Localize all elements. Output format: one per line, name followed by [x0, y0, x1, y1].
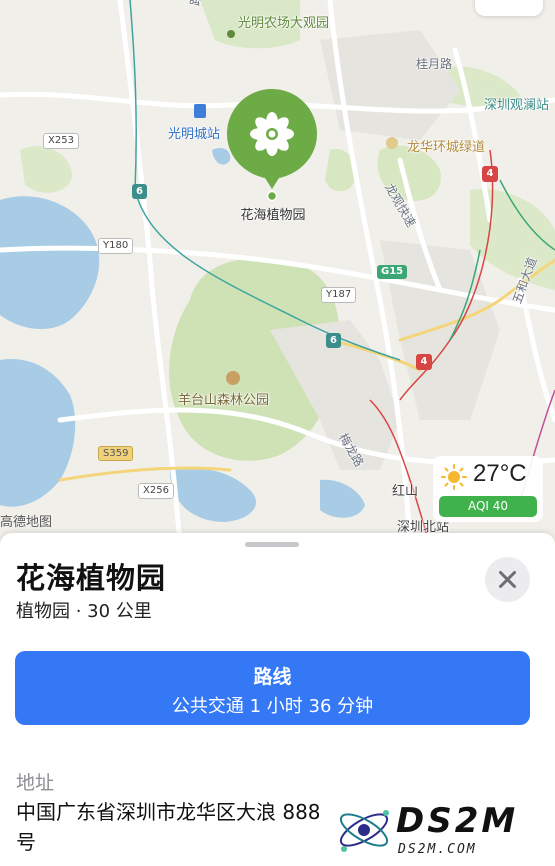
- map-attribution: 高德地图: [0, 515, 53, 530]
- poi-label[interactable]: 龙华环城绿道: [407, 136, 485, 155]
- map-control-button[interactable]: [475, 0, 543, 16]
- temperature: 27°C: [473, 460, 527, 487]
- route-badge-x253: X253: [43, 133, 79, 149]
- poi-label[interactable]: 羊台山森林公园: [178, 389, 269, 408]
- close-icon: [499, 571, 516, 588]
- place-title: 花海植物园: [16, 561, 167, 595]
- route-shield: 6: [326, 333, 341, 348]
- place-subtitle: 植物园 · 30 公里: [16, 601, 152, 622]
- sun-icon: [441, 464, 467, 490]
- watermark-name: DS2M: [396, 801, 519, 841]
- route-shield: 4: [416, 354, 432, 370]
- flower-icon: [250, 112, 294, 156]
- address-label: 地址: [16, 772, 55, 794]
- station-label[interactable]: 深圳观澜站: [484, 94, 549, 113]
- route-shield: 6: [132, 184, 147, 199]
- route-badge-y180: Y180: [98, 238, 134, 254]
- directions-label: 路线: [253, 666, 292, 688]
- route-badge-s359: S359: [98, 446, 134, 461]
- close-button[interactable]: [485, 557, 530, 602]
- poi-label[interactable]: 光明农场大观园: [238, 12, 329, 31]
- directions-detail: 公共交通 1 小时 36 分钟: [171, 696, 374, 717]
- station-label[interactable]: 光明城站: [168, 123, 220, 142]
- route-badge-y187: Y187: [321, 287, 357, 303]
- map-view[interactable]: 光明农场大观园 桂月路 深圳观澜站 龙华环城绿道 光明城站 龙观快速 羊台山森林…: [0, 0, 555, 545]
- watermark-domain: DS2M.COM: [398, 842, 477, 857]
- watermark-logo: [339, 810, 389, 852]
- route-shield: 4: [482, 166, 498, 182]
- pin-label[interactable]: 花海植物园: [227, 204, 319, 223]
- address-value[interactable]: 中国广东省深圳市龙华区大浪 888 号: [16, 797, 326, 859]
- weather-widget[interactable]: 27°C AQI 40: [433, 456, 543, 522]
- road-label: 桂月路: [416, 57, 453, 71]
- route-badge-x256: X256: [138, 483, 174, 499]
- aqi-badge: AQI 40: [439, 496, 537, 517]
- directions-button[interactable]: 路线 公共交通 1 小时 36 分钟: [15, 651, 530, 725]
- area-label: 红山: [392, 484, 419, 499]
- map-pin[interactable]: [227, 89, 317, 202]
- route-badge-g15: G15: [377, 265, 408, 279]
- watermark: DS2M DS2M.COM: [326, 795, 555, 866]
- sheet-grabber[interactable]: [245, 542, 299, 547]
